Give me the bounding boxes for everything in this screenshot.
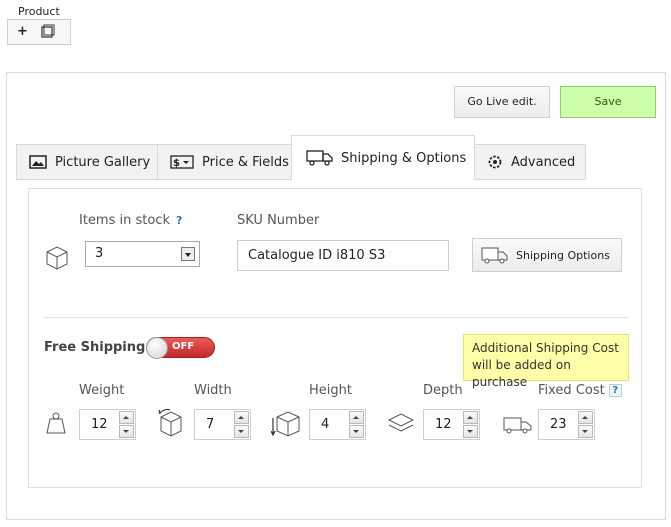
depth-label: Depth bbox=[423, 383, 463, 398]
product-toolbar: + bbox=[7, 19, 71, 45]
truck-icon bbox=[503, 417, 532, 434]
height-box-icon bbox=[271, 411, 300, 437]
stock-label: Items in stock? bbox=[79, 213, 183, 228]
decrement-button[interactable] bbox=[578, 425, 593, 438]
tab-price-fields[interactable]: $ Price & Fields bbox=[157, 144, 292, 180]
depth-stepper[interactable]: 12 bbox=[423, 409, 480, 440]
width-value: 7 bbox=[206, 417, 215, 432]
decrement-button[interactable] bbox=[119, 425, 134, 438]
divider bbox=[43, 317, 629, 318]
save-button[interactable]: Save bbox=[560, 86, 656, 118]
product-editor-panel: Go Live edit. Save Picture Gallery $ Pri… bbox=[6, 72, 666, 520]
go-live-edit-button[interactable]: Go Live edit. bbox=[454, 86, 550, 118]
resize-box-icon[interactable] bbox=[39, 24, 55, 40]
shipping-options-button[interactable]: Shipping Options bbox=[472, 238, 622, 272]
decrement-button[interactable] bbox=[463, 425, 478, 438]
chevron-down-icon[interactable] bbox=[181, 247, 195, 261]
weight-icon bbox=[46, 412, 66, 434]
height-label: Height bbox=[309, 383, 352, 398]
sku-input[interactable]: Catalogue ID i810 S3 bbox=[237, 240, 449, 271]
fixed-cost-stepper[interactable]: 23 bbox=[538, 409, 595, 440]
shipping-options-label: Shipping Options bbox=[516, 248, 610, 262]
tab-picture-gallery[interactable]: Picture Gallery bbox=[16, 144, 158, 180]
picture-icon bbox=[29, 155, 47, 169]
shipping-cost-tooltip: Additional Shipping Cost will be added o… bbox=[463, 334, 629, 389]
fixed-cost-help-icon[interactable]: ? bbox=[608, 384, 622, 397]
weight-value: 12 bbox=[91, 417, 108, 432]
sku-label: SKU Number bbox=[237, 213, 320, 228]
stock-select[interactable]: 3 bbox=[85, 241, 200, 267]
fixed-cost-value: 23 bbox=[550, 417, 567, 432]
depth-value: 12 bbox=[435, 417, 452, 432]
price-icon: $ bbox=[170, 155, 194, 169]
shipping-options-content: Items in stock? 3 SKU Number Catalogue I… bbox=[28, 188, 642, 488]
weight-label: Weight bbox=[79, 383, 125, 398]
width-box-icon bbox=[158, 408, 182, 437]
width-stepper[interactable]: 7 bbox=[194, 409, 251, 440]
tab-label: Price & Fields bbox=[202, 154, 289, 170]
stock-select-value: 3 bbox=[95, 246, 104, 261]
box-icon bbox=[46, 246, 68, 270]
toggle-state-text: OFF bbox=[172, 341, 195, 352]
increment-button[interactable] bbox=[578, 411, 593, 424]
width-label: Width bbox=[194, 383, 232, 398]
tab-label: Shipping & Options bbox=[341, 150, 467, 166]
height-value: 4 bbox=[321, 417, 330, 432]
increment-button[interactable] bbox=[119, 411, 134, 424]
decrement-button[interactable] bbox=[234, 425, 249, 438]
tab-shipping-options[interactable]: Shipping & Options bbox=[291, 135, 475, 181]
increment-button[interactable] bbox=[234, 411, 249, 424]
tab-advanced[interactable]: Advanced bbox=[474, 144, 586, 180]
add-icon[interactable]: + bbox=[17, 24, 28, 39]
depth-layers-icon bbox=[387, 413, 415, 432]
product-title: Product bbox=[18, 5, 60, 18]
free-shipping-toggle[interactable]: OFF bbox=[146, 337, 215, 359]
truck-icon bbox=[481, 247, 508, 264]
free-shipping-label: Free Shipping bbox=[44, 340, 146, 355]
tab-bar: Picture Gallery $ Price & Fields Shippin… bbox=[16, 135, 586, 181]
svg-text:$: $ bbox=[173, 158, 180, 169]
increment-button[interactable] bbox=[349, 411, 364, 424]
stock-help-icon[interactable]: ? bbox=[176, 214, 182, 227]
tab-label: Picture Gallery bbox=[55, 154, 151, 170]
toggle-knob bbox=[146, 337, 168, 359]
weight-stepper[interactable]: 12 bbox=[79, 409, 136, 440]
height-stepper[interactable]: 4 bbox=[309, 409, 366, 440]
decrement-button[interactable] bbox=[349, 425, 364, 438]
fixed-cost-label: Fixed Cost? bbox=[538, 383, 622, 398]
truck-icon bbox=[306, 150, 333, 166]
tab-label: Advanced bbox=[511, 154, 576, 170]
gear-icon bbox=[488, 155, 502, 169]
increment-button[interactable] bbox=[463, 411, 478, 424]
